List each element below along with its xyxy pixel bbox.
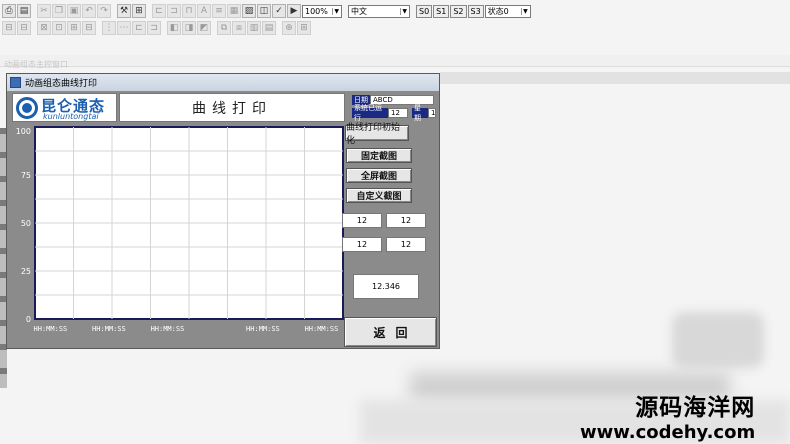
group-icon[interactable]: ⧉ xyxy=(217,21,231,35)
week-label: 星期 xyxy=(412,104,428,122)
s0-button[interactable]: S0 xyxy=(416,4,433,18)
y-tick-label: 75 xyxy=(21,171,31,180)
main-toolbar: ⎙ ▤ ✂ ❐ ▣ ↶ ↷ ⚒ ⊞ ⊏ ⊐ ⊓ A ≡ ▦ ▨ ◫ ✓ ▶ 10… xyxy=(0,2,531,20)
undo-icon[interactable]: ↶ xyxy=(82,4,96,18)
chevron-down-icon: ▼ xyxy=(400,7,407,15)
value-display-3: 12 xyxy=(342,237,382,252)
align-icon[interactable]: ⊟ xyxy=(2,21,16,35)
layer-icon[interactable]: ◧ xyxy=(167,21,181,35)
chevron-down-icon: ▼ xyxy=(332,7,339,15)
align-left-icon[interactable]: ⊏ xyxy=(152,4,166,18)
layer-icon[interactable]: ◨ xyxy=(182,21,196,35)
watermark-url: www.codehy.com xyxy=(580,422,756,443)
group-icon[interactable]: ▤ xyxy=(262,21,276,35)
company-logo: 昆仑通态 kunluntongtai xyxy=(12,93,117,122)
print-icon[interactable]: ⎙ xyxy=(2,4,16,18)
chart-svg: 1007550250HH:MM:SS HH:MM:SS HH:MM:SS HH:MM:… xyxy=(16,126,344,333)
value-display-5: 12.346 xyxy=(353,274,419,299)
x-tick-label: HH:MM:SS xyxy=(305,325,339,333)
y-tick-label: 0 xyxy=(26,315,31,324)
watermark-title: 源码海洋网 xyxy=(635,395,756,421)
align-right-icon[interactable]: ⊐ xyxy=(167,4,181,18)
distribute-icon[interactable]: ⋯ xyxy=(117,21,131,35)
value-display-4: 12 xyxy=(386,237,426,252)
logo-mark-icon xyxy=(16,97,38,119)
cut-icon[interactable]: ✂ xyxy=(37,4,51,18)
tools-icon[interactable]: ⚒ xyxy=(117,4,131,18)
blurred-region xyxy=(672,312,764,368)
align-icon[interactable]: ⊞ xyxy=(67,21,81,35)
s2-button[interactable]: S2 xyxy=(450,4,467,18)
check-icon[interactable]: ✓ xyxy=(272,4,286,18)
grid-icon[interactable]: ⊞ xyxy=(297,21,311,35)
zoom-select[interactable]: 100% ▼ xyxy=(302,4,342,18)
x-tick-label: HH:MM:SS xyxy=(92,325,126,333)
toolbox-icon[interactable]: ⊞ xyxy=(132,4,146,18)
align-icon[interactable]: ⊟ xyxy=(17,21,31,35)
page-title: 曲线打印 xyxy=(119,93,345,122)
background-window-strip xyxy=(440,72,790,84)
window-title: 动画组态曲线打印 xyxy=(25,79,98,89)
zoom-value: 100% xyxy=(305,6,328,16)
x-tick-label: HH:MM:SS xyxy=(246,325,280,333)
fixed-capture-button[interactable]: 固定截图 xyxy=(346,148,412,163)
watermark: 源码海洋网 www.codehy.com xyxy=(580,388,755,443)
week-value: 1 xyxy=(428,108,436,118)
window-titlebar[interactable]: 动画组态曲线打印 xyxy=(7,74,439,91)
distribute-icon[interactable]: ⊏ xyxy=(132,21,146,35)
x-tick-label: HH:MM:SS xyxy=(151,325,185,333)
runtime-label: 系统已运行 xyxy=(352,104,388,122)
value-display-2: 12 xyxy=(386,213,426,228)
align-top-icon[interactable]: ⊓ xyxy=(182,4,196,18)
language-select[interactable]: 中文 ▼ xyxy=(348,4,410,18)
paste-icon[interactable]: ▣ xyxy=(67,4,81,18)
logo-en-text: kunluntongtai xyxy=(43,112,99,121)
redo-icon[interactable]: ↷ xyxy=(97,4,111,18)
distribute-icon[interactable]: ⊐ xyxy=(147,21,161,35)
copy-icon[interactable]: ❐ xyxy=(52,4,66,18)
runtime-value: 12 xyxy=(388,108,408,118)
app-icon xyxy=(10,77,21,88)
layout-toolbar: ⊟ ⊟ ⊠ ⊡ ⊞ ⊟ ⋮ ⋯ ⊏ ⊐ ◧ ◨ ◩ ⧉ ⧈ ▥ ▤ ⊕ ⊞ xyxy=(0,19,311,37)
distribute-icon[interactable]: ⋮ xyxy=(102,21,116,35)
y-tick-label: 100 xyxy=(16,127,31,136)
s3-button[interactable]: S3 xyxy=(467,4,484,18)
curve-chart: 100 75 50 25 0 HH:MM:SS HH:MM:SS HH:MM:SS HH:MM:… xyxy=(12,125,345,340)
background-window-bar xyxy=(0,55,790,67)
font-icon[interactable]: A xyxy=(197,4,211,18)
group-icon[interactable]: ▥ xyxy=(247,21,261,35)
window-icon[interactable]: ◫ xyxy=(257,4,271,18)
state-value: 状态0 xyxy=(487,6,509,16)
lock-icon[interactable]: ⊕ xyxy=(282,21,296,35)
image-icon[interactable]: ▨ xyxy=(242,4,256,18)
fullscreen-capture-button[interactable]: 全屏截图 xyxy=(346,168,412,183)
runtime-row: 系统已运行 12 星期 1 xyxy=(352,104,436,122)
y-tick-label: 25 xyxy=(21,267,31,276)
preview-icon[interactable]: ▤ xyxy=(17,4,31,18)
run-icon[interactable]: ▶ xyxy=(287,4,301,18)
y-tick-label: 50 xyxy=(21,219,31,228)
line-icon[interactable]: ≡ xyxy=(212,4,226,18)
group-icon[interactable]: ⧈ xyxy=(232,21,246,35)
language-value: 中文 xyxy=(351,6,367,16)
value-display-1: 12 xyxy=(342,213,382,228)
chevron-down-icon: ▼ xyxy=(521,7,528,15)
state-select[interactable]: 状态0 ▼ xyxy=(484,4,531,18)
align-icon[interactable]: ⊠ xyxy=(37,21,51,35)
return-button[interactable]: 返回 xyxy=(344,317,437,347)
fill-icon[interactable]: ▦ xyxy=(227,4,241,18)
layer-icon[interactable]: ◩ xyxy=(197,21,211,35)
align-icon[interactable]: ⊡ xyxy=(52,21,66,35)
background-window-title: 动画组态主控窗口 xyxy=(4,60,68,69)
curve-print-window: 动画组态曲线打印 昆仑通态 kunluntongtai 曲线打印 日期 ABCD… xyxy=(6,73,440,349)
init-print-button[interactable]: 曲线打印初始化 xyxy=(345,123,409,146)
x-tick-label: HH:MM:SS xyxy=(34,325,68,333)
custom-capture-button[interactable]: 自定义截图 xyxy=(346,188,412,203)
align-icon[interactable]: ⊟ xyxy=(82,21,96,35)
s1-button[interactable]: S1 xyxy=(433,4,450,18)
